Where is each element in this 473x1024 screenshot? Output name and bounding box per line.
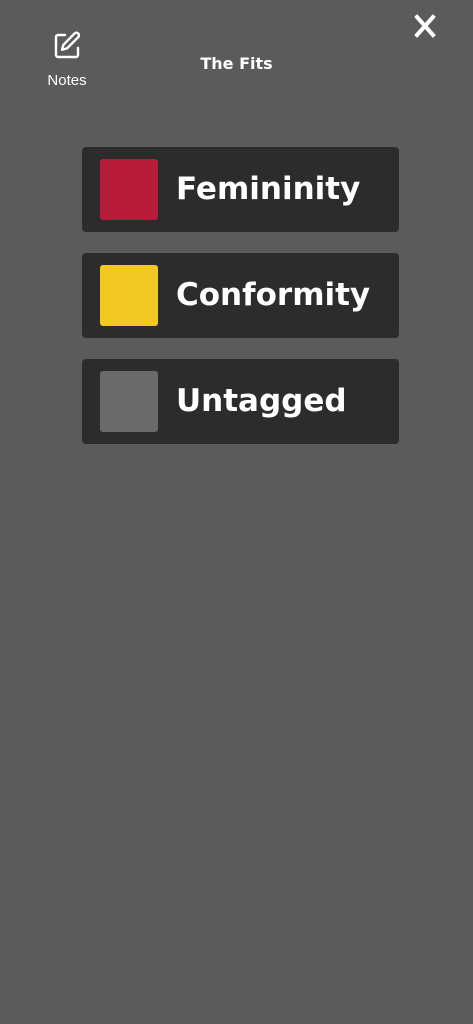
notes-label: Notes [47,72,87,89]
tag-color-swatch [100,265,158,326]
page-title: The Fits [200,54,273,73]
tag-item-conformity[interactable]: Conformity [82,253,399,338]
tag-label: Untagged [176,383,347,419]
close-button[interactable] [413,14,437,38]
tag-picker-screen: Notes The Fits Femininity Conformity Unt… [0,0,473,1024]
tag-label: Conformity [176,277,371,313]
tag-color-swatch [100,159,158,220]
tag-item-femininity[interactable]: Femininity [82,147,399,232]
tag-color-swatch [100,371,158,432]
tag-item-untagged[interactable]: Untagged [82,359,399,444]
close-x-icon [413,14,437,42]
tag-label: Femininity [176,171,361,207]
tag-list: Femininity Conformity Untagged [82,147,399,465]
